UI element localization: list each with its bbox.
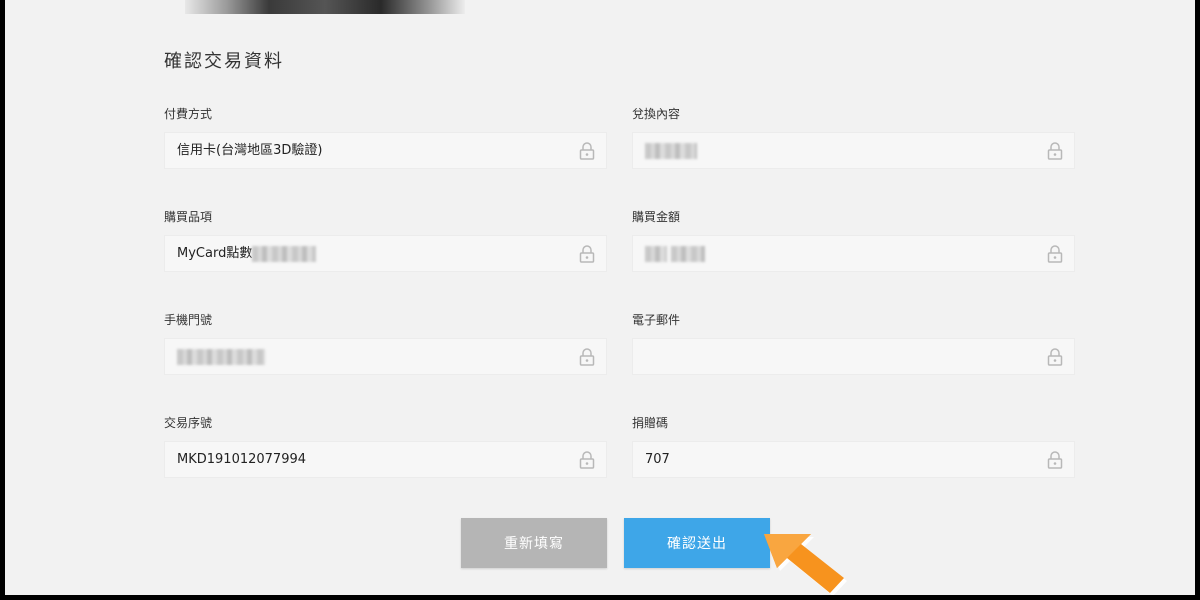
field-label: 兌換內容 bbox=[632, 107, 681, 121]
email-input[interactable] bbox=[632, 338, 1075, 375]
field-phone-number: 手機門號 bbox=[164, 312, 607, 375]
lock-icon bbox=[1047, 348, 1063, 366]
lock-icon bbox=[579, 245, 595, 263]
header-image bbox=[185, 0, 465, 14]
field-payment-method: 付費方式 信用卡(台灣地區3D驗證) bbox=[164, 106, 607, 169]
purchase-amount-input[interactable] bbox=[632, 235, 1075, 272]
field-value-redacted bbox=[177, 339, 265, 375]
page-title: 確認交易資料 bbox=[164, 51, 284, 72]
lock-icon bbox=[1047, 451, 1063, 469]
donation-code-input[interactable]: 707 bbox=[632, 441, 1075, 478]
field-purchase-amount: 購買金額 bbox=[632, 209, 1075, 272]
phone-number-input[interactable] bbox=[164, 338, 607, 375]
reset-button[interactable]: 重新填寫 bbox=[461, 518, 607, 568]
field-donation-code: 捐贈碼 707 bbox=[632, 415, 1075, 478]
field-redeem-content: 兌換內容 bbox=[632, 106, 1075, 169]
field-label: 購買品項 bbox=[164, 210, 213, 224]
field-value-redacted bbox=[645, 236, 706, 272]
field-label: 付費方式 bbox=[164, 107, 213, 121]
field-transaction-id: 交易序號 MKD191012077994 bbox=[164, 415, 607, 478]
field-value: MyCard點數 bbox=[177, 236, 317, 272]
lock-icon bbox=[579, 348, 595, 366]
page-frame: 確認交易資料 付費方式 信用卡(台灣地區3D驗證) 兌換內容 購買品項 MyCa… bbox=[5, 0, 1195, 595]
purchase-item-input[interactable]: MyCard點數 bbox=[164, 235, 607, 272]
field-value: 707 bbox=[645, 452, 670, 467]
transaction-id-input[interactable]: MKD191012077994 bbox=[164, 441, 607, 478]
field-purchase-item: 購買品項 MyCard點數 bbox=[164, 209, 607, 272]
field-value: 信用卡(台灣地區3D驗證) bbox=[177, 143, 323, 158]
field-label: 捐贈碼 bbox=[632, 416, 669, 430]
lock-icon bbox=[1047, 142, 1063, 160]
field-label: 手機門號 bbox=[164, 313, 213, 327]
redeem-content-input[interactable] bbox=[632, 132, 1075, 169]
lock-icon bbox=[1047, 245, 1063, 263]
field-email: 電子郵件 bbox=[632, 312, 1075, 375]
lock-icon bbox=[579, 142, 595, 160]
lock-icon bbox=[579, 451, 595, 469]
field-value: MKD191012077994 bbox=[177, 452, 307, 467]
arrow-icon bbox=[764, 534, 847, 595]
field-label: 交易序號 bbox=[164, 416, 213, 430]
payment-method-input[interactable]: 信用卡(台灣地區3D驗證) bbox=[164, 132, 607, 169]
field-value-redacted bbox=[645, 133, 697, 169]
field-label: 購買金額 bbox=[632, 210, 681, 224]
field-label: 電子郵件 bbox=[632, 313, 681, 327]
